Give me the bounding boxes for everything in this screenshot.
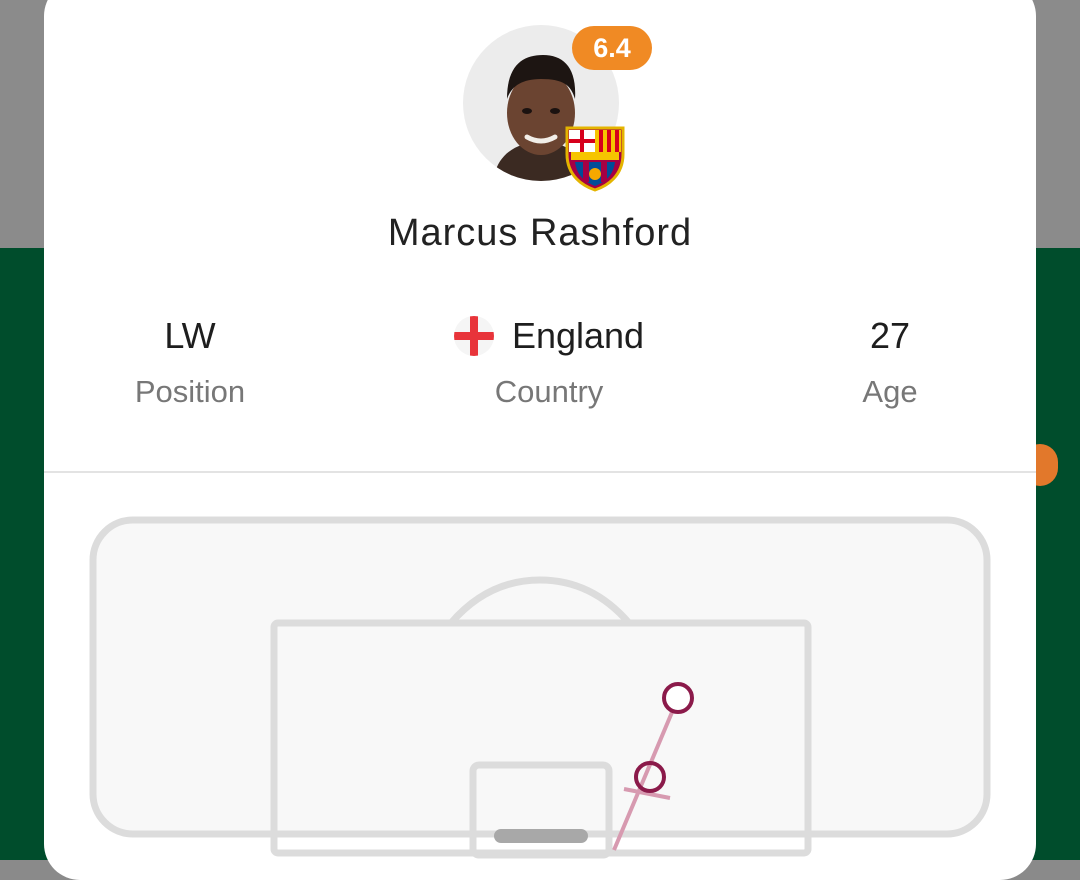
player-detail-sheet: 6.4 Marcus Rashford LW Position England … xyxy=(44,0,1036,880)
shot-marker[interactable] xyxy=(662,682,694,714)
goal xyxy=(494,829,588,843)
pitch-outline xyxy=(89,516,991,838)
shot-map xyxy=(89,516,991,859)
